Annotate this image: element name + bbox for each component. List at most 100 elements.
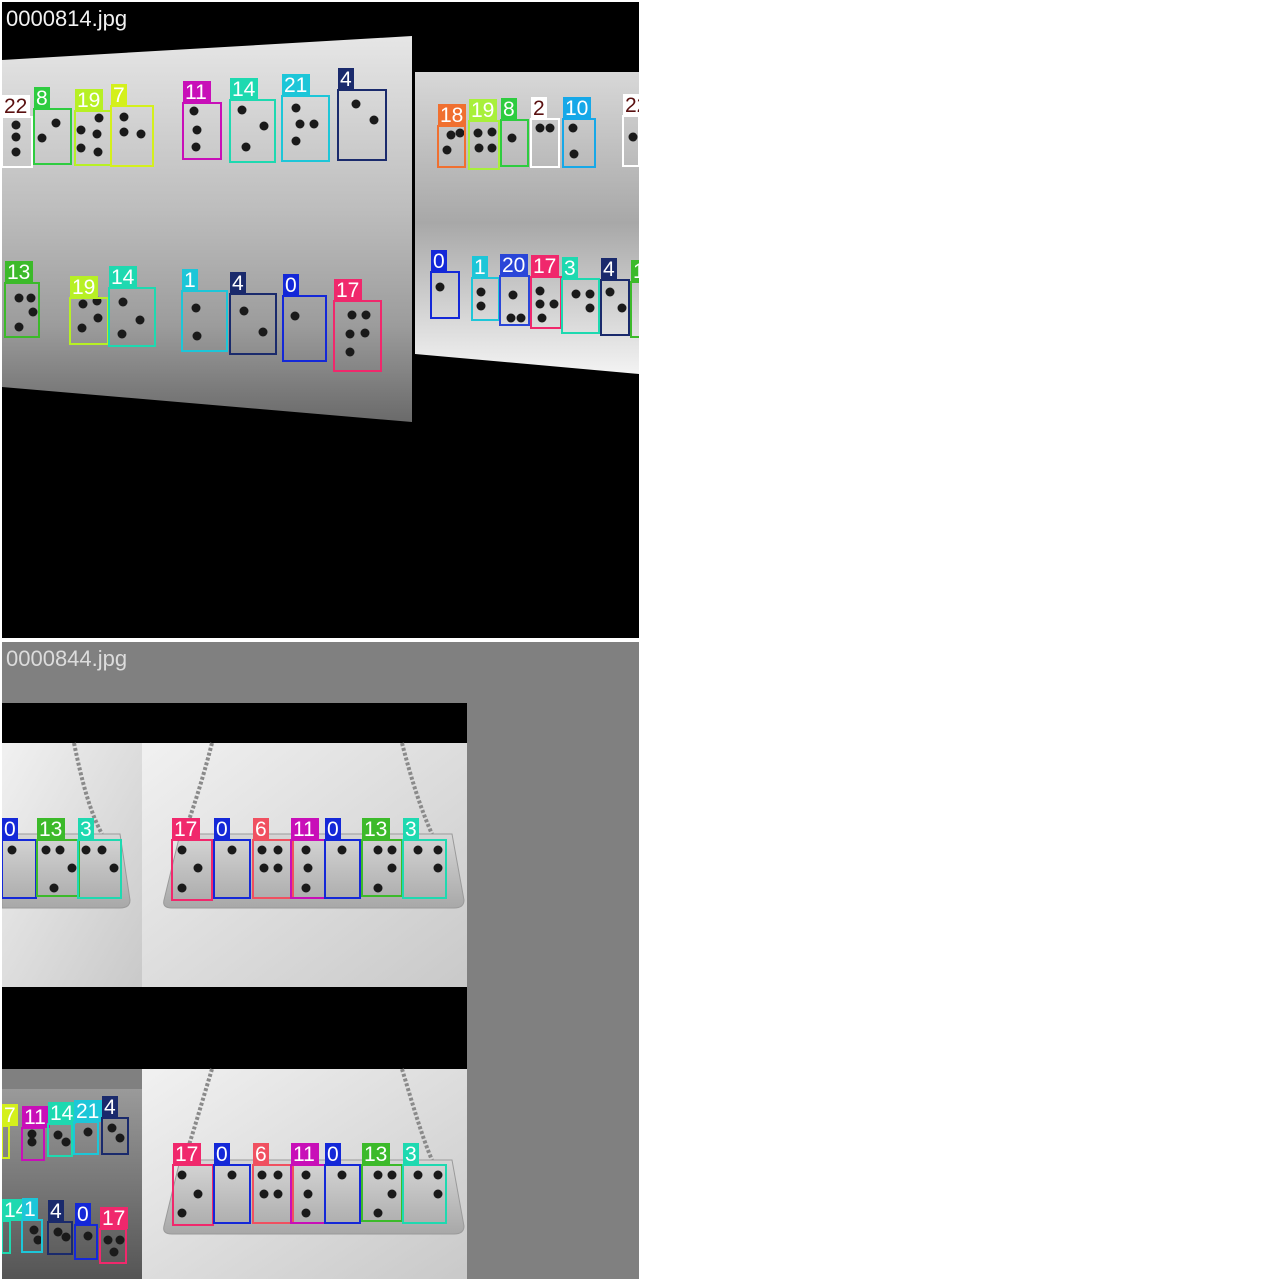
class-label: 4 bbox=[603, 258, 615, 281]
class-label: 2 bbox=[533, 97, 545, 120]
braille-dot bbox=[37, 133, 47, 143]
class-label: 13 bbox=[39, 818, 62, 841]
braille-dot bbox=[535, 286, 545, 296]
braille-dot bbox=[177, 883, 187, 893]
braille-dot bbox=[61, 1232, 71, 1242]
braille-dot bbox=[446, 130, 456, 140]
braille-dot bbox=[351, 99, 361, 109]
braille-dot bbox=[119, 127, 129, 137]
braille-dot bbox=[191, 303, 201, 313]
class-label: 1 bbox=[474, 256, 486, 279]
braille-dot bbox=[28, 307, 38, 317]
class-label: 4 bbox=[104, 1096, 116, 1119]
class-label: 19 bbox=[72, 276, 95, 299]
braille-dot bbox=[189, 106, 199, 116]
braille-dot bbox=[309, 119, 319, 129]
class-label: 0 bbox=[4, 818, 16, 841]
braille-dot bbox=[257, 1170, 267, 1180]
braille-dot bbox=[537, 313, 547, 323]
class-label: 3 bbox=[564, 257, 576, 280]
class-label: 0 bbox=[433, 250, 445, 273]
class-label: 3 bbox=[405, 1143, 417, 1166]
braille-dot bbox=[569, 149, 579, 159]
braille-dot bbox=[177, 1208, 187, 1218]
class-label: 17 bbox=[174, 818, 197, 841]
braille-dot bbox=[345, 347, 355, 357]
braille-dot bbox=[241, 142, 251, 152]
braille-dot bbox=[109, 863, 119, 873]
class-label: 1 bbox=[184, 269, 196, 292]
braille-dot bbox=[83, 1127, 93, 1137]
mosaic-tile-0000814: 2281971114214181982102213191414017012017… bbox=[2, 2, 639, 638]
braille-dot bbox=[605, 287, 615, 297]
braille-dot bbox=[291, 103, 301, 113]
braille-dot bbox=[303, 1189, 313, 1199]
braille-dot bbox=[476, 301, 486, 311]
braille-dot bbox=[49, 883, 59, 893]
class-label: 11 bbox=[293, 818, 315, 841]
braille-dot bbox=[568, 123, 578, 133]
braille-dot bbox=[192, 331, 202, 341]
image-filename: 0000844.jpg bbox=[6, 646, 128, 671]
braille-dot bbox=[67, 863, 77, 873]
class-label: 13 bbox=[364, 818, 387, 841]
braille-dot bbox=[11, 120, 21, 130]
class-label: 11 bbox=[24, 1106, 46, 1129]
braille-dot bbox=[117, 329, 127, 339]
braille-dot bbox=[628, 132, 638, 142]
braille-dot bbox=[373, 1170, 383, 1180]
braille-dot bbox=[413, 845, 423, 855]
braille-dot bbox=[76, 125, 86, 135]
braille-dot bbox=[516, 313, 526, 323]
class-label: 8 bbox=[503, 98, 515, 121]
class-label: 17 bbox=[533, 255, 556, 278]
braille-dot bbox=[193, 863, 203, 873]
braille-dot bbox=[61, 1137, 71, 1147]
braille-dot bbox=[535, 299, 545, 309]
braille-dot bbox=[53, 1130, 63, 1140]
braille-dot bbox=[373, 1208, 383, 1218]
class-label: 14 bbox=[111, 266, 135, 289]
braille-dot bbox=[545, 123, 555, 133]
braille-dot bbox=[237, 105, 247, 115]
class-label: 8 bbox=[36, 87, 48, 110]
class-label: 0 bbox=[216, 818, 228, 841]
braille-dot bbox=[361, 310, 371, 320]
braille-dot bbox=[387, 1189, 397, 1199]
class-label: 1 bbox=[24, 1198, 36, 1221]
braille-dot bbox=[290, 311, 300, 321]
braille-dot bbox=[27, 1129, 37, 1139]
braille-dot bbox=[115, 1235, 125, 1245]
braille-dot bbox=[41, 845, 51, 855]
braille-dot bbox=[347, 310, 357, 320]
braille-dot bbox=[345, 329, 355, 339]
braille-dot bbox=[301, 1170, 311, 1180]
braille-dot bbox=[76, 143, 86, 153]
braille-dot bbox=[617, 303, 627, 313]
class-label: 17 bbox=[175, 1143, 198, 1166]
braille-dot bbox=[193, 1189, 203, 1199]
braille-dot bbox=[585, 303, 595, 313]
braille-dot bbox=[433, 863, 443, 873]
braille-dot bbox=[51, 118, 61, 128]
braille-dot bbox=[435, 282, 445, 292]
class-label: 7 bbox=[4, 1104, 16, 1127]
class-label: 6 bbox=[255, 818, 267, 841]
braille-dot bbox=[273, 845, 283, 855]
class-label: 3 bbox=[80, 818, 92, 841]
class-label: 4 bbox=[340, 68, 352, 91]
braille-dot bbox=[258, 327, 268, 337]
braille-dot bbox=[119, 112, 129, 122]
braille-dot bbox=[360, 328, 370, 338]
braille-dot bbox=[508, 290, 518, 300]
braille-dot bbox=[77, 323, 87, 333]
braille-dot bbox=[97, 845, 107, 855]
braille-dot bbox=[433, 1170, 443, 1180]
braille-dot bbox=[301, 1208, 311, 1218]
braille-dot bbox=[549, 299, 559, 309]
class-label: 0 bbox=[77, 1203, 89, 1226]
braille-dot bbox=[474, 143, 484, 153]
braille-dot bbox=[93, 313, 103, 323]
class-label: 20 bbox=[502, 254, 525, 277]
braille-dot bbox=[259, 121, 269, 131]
